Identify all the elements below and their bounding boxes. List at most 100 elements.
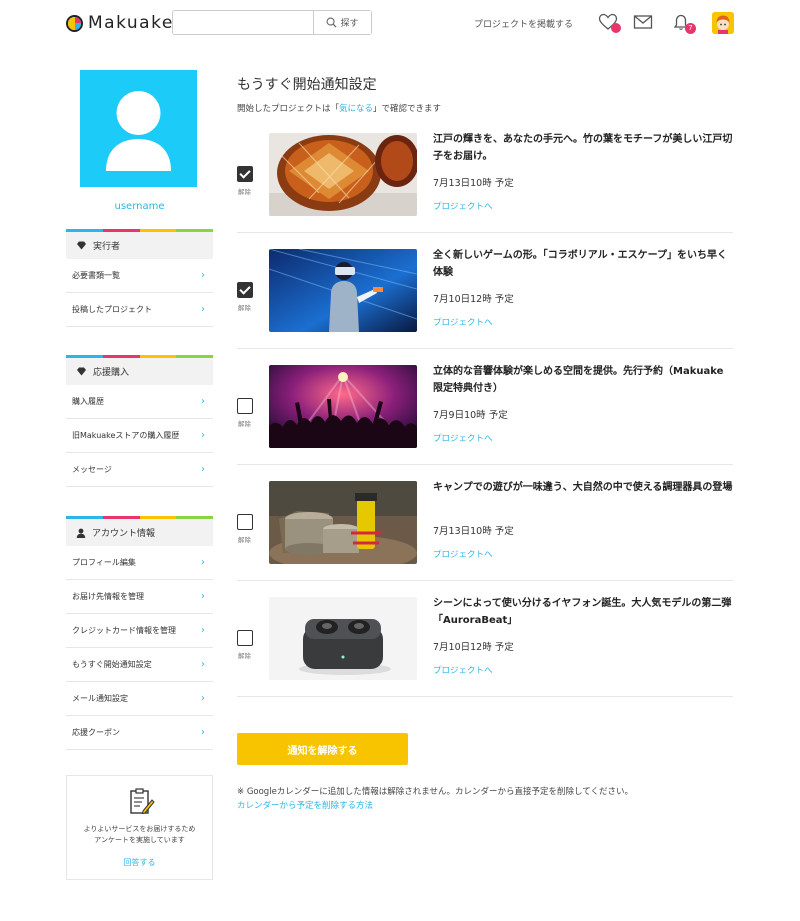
project-start-date: 7月9日10時 予定	[433, 410, 508, 421]
sidebar-item-email-notification[interactable]: メール通知設定 ›	[66, 682, 213, 716]
sidebar-item-label: メッセージ	[72, 465, 112, 474]
notification-checkbox[interactable]	[237, 282, 253, 298]
project-title[interactable]: 立体的な音響体験が楽しめる空間を提供。先行予約（Makuake限定特典付き）	[433, 363, 733, 397]
menu-heading-support: 応援購入	[66, 358, 213, 385]
messages-button[interactable]	[633, 13, 655, 33]
sidebar-item-label: メール通知設定	[72, 694, 128, 703]
sidebar-item-start-notification[interactable]: もうすぐ開始通知設定 ›	[66, 648, 213, 682]
chevron-right-icon: ›	[201, 557, 205, 568]
menu-heading-account: アカウント情報	[66, 519, 213, 546]
survey-clipboard-icon	[130, 788, 155, 815]
diamond-icon	[77, 367, 86, 376]
sidebar-item-label: 必要書類一覧	[72, 271, 120, 280]
concert-crowd-image	[269, 365, 417, 448]
makuake-logo[interactable]: Makuake	[66, 12, 174, 34]
project-start-date: 7月13日10時 予定	[433, 178, 514, 189]
survey-text: よりよいサービスをお届けするため アンケートを実施しています	[67, 824, 212, 846]
profile-picture[interactable]	[80, 70, 197, 187]
sidebar-item-label: 旧Makuakeストアの購入履歴	[72, 431, 180, 440]
search-bar: 探す	[172, 10, 372, 35]
project-thumbnail-kiriko[interactable]	[269, 133, 417, 216]
search-button[interactable]: 探す	[313, 11, 371, 34]
search-button-label: 探す	[340, 19, 359, 29]
project-thumbnail-earphones[interactable]	[269, 597, 417, 680]
notification-checkbox[interactable]	[237, 166, 253, 182]
menu-group-support: 応援購入 購入履歴 › 旧Makuakeストアの購入履歴 › メッセージ ›	[66, 355, 213, 487]
sidebar-item-old-store-history[interactable]: 旧Makuakeストアの購入履歴 ›	[66, 419, 213, 453]
survey-box: よりよいサービスをお届けするため アンケートを実施しています 回答する	[66, 775, 213, 880]
project-link[interactable]: プロジェクトへ	[433, 316, 493, 328]
chevron-right-icon: ›	[201, 693, 205, 704]
calendar-note: ※ Googleカレンダーに追加した情報は解除されません。カレンダーから直接予定…	[237, 787, 634, 797]
chevron-right-icon: ›	[201, 659, 205, 670]
sidebar-item-label: 応援クーポン	[72, 728, 120, 737]
person-icon	[76, 528, 86, 538]
menu-heading-label: 応援購入	[93, 368, 130, 378]
survey-text-line: よりよいサービスをお届けするため	[83, 825, 196, 833]
menu-heading-label: 実行者	[93, 242, 121, 252]
avatar-character-icon	[712, 12, 734, 34]
project-link[interactable]: プロジェクトへ	[433, 548, 493, 560]
vr-game-image	[269, 249, 417, 332]
post-project-link[interactable]: プロジェクトを掲載する	[474, 17, 573, 30]
project-thumbnail-vr-game[interactable]	[269, 249, 417, 332]
calendar-delete-howto-link[interactable]: カレンダーから予定を削除する方法	[237, 799, 373, 811]
notification-checkbox[interactable]	[237, 398, 253, 414]
project-link[interactable]: プロジェクトへ	[433, 200, 493, 212]
camping-cookware-image	[269, 481, 417, 564]
logo-mark-icon	[66, 14, 83, 32]
chevron-right-icon: ›	[201, 396, 205, 407]
sidebar-item-shipping-address[interactable]: お届け先情報を管理 ›	[66, 580, 213, 614]
project-title[interactable]: シーンによって使い分けるイヤフォン誕生。大人気モデルの第二弾「AuroraBea…	[433, 595, 733, 629]
search-icon	[327, 17, 337, 28]
project-title[interactable]: 江戸の輝きを、あなたの手元へ。竹の葉をモチーフが美しい江戸切子をお届け。	[433, 131, 733, 165]
uncheck-label: 解除	[238, 536, 251, 544]
sidebar-item-profile-edit[interactable]: プロフィール編集 ›	[66, 546, 213, 580]
project-row: 解除 立体的な音響体験が楽しめる空間を提供。先行予約（Makuake限定特典付き…	[237, 349, 733, 465]
uncheck-label: 解除	[238, 188, 251, 196]
project-thumbnail-camping[interactable]	[269, 481, 417, 564]
project-row: 解除 キャンプでの遊びが一味違う、大自然の中で使える調理器具の登場 7月13日1…	[237, 465, 733, 581]
diamond-icon	[77, 241, 86, 250]
header: Makuake 探す プロジェクトを掲載する 7	[0, 0, 800, 46]
sidebar-item-label: もうすぐ開始通知設定	[72, 660, 152, 669]
project-row: 解除 江戸の輝きを、あなたの手元へ。竹の葉をモチーフが美しい江戸切子をお届け。 …	[237, 117, 733, 233]
favorites-dot	[611, 23, 621, 33]
username[interactable]: username	[66, 201, 213, 212]
notifications-button[interactable]: 7	[671, 13, 696, 34]
project-title[interactable]: 全く新しいゲームの形。「コラボリアル・エスケープ」をいち早く体験	[433, 247, 733, 281]
survey-answer-link[interactable]: 回答する	[67, 857, 212, 868]
uncheck-label: 解除	[238, 420, 251, 428]
chevron-right-icon: ›	[201, 304, 205, 315]
sidebar-item-purchase-history[interactable]: 購入履歴 ›	[66, 385, 213, 419]
sidebar-item-coupons[interactable]: 応援クーポン ›	[66, 716, 213, 750]
sidebar-item-label: クレジットカード情報を管理	[72, 626, 176, 635]
mail-icon	[633, 15, 653, 29]
project-title[interactable]: キャンプでの遊びが一味違う、大自然の中で使える調理器具の登場	[433, 479, 733, 496]
sidebar-item-label: 投稿したプロジェクト	[72, 305, 152, 314]
uncheck-label: 解除	[238, 304, 251, 312]
notification-checkbox[interactable]	[237, 630, 253, 646]
project-row: 解除 シーンによって使い分けるイヤフォン誕生。大人気モデルの第二弾「Aurora…	[237, 581, 733, 697]
favorites-link[interactable]: 気になる	[339, 104, 373, 114]
user-avatar[interactable]	[712, 12, 734, 34]
notification-checkbox[interactable]	[237, 514, 253, 530]
menu-group-account: アカウント情報 プロフィール編集 › お届け先情報を管理 › クレジットカード情報を…	[66, 516, 213, 750]
project-start-date: 7月13日10時 予定	[433, 526, 514, 537]
subtitle-text: 」で確認できます	[373, 104, 442, 114]
cancel-notifications-button[interactable]: 通知を解除する	[237, 733, 408, 765]
search-input[interactable]	[173, 11, 313, 34]
sidebar-item-required-documents[interactable]: 必要書類一覧 ›	[66, 259, 213, 293]
sidebar-item-messages[interactable]: メッセージ ›	[66, 453, 213, 487]
project-link[interactable]: プロジェクトへ	[433, 664, 493, 676]
sidebar-item-credit-card[interactable]: クレジットカード情報を管理 ›	[66, 614, 213, 648]
project-row: 解除 全く新しいゲームの形。「コラボリアル・エスケープ」をいち早く体験 7月10…	[237, 233, 733, 349]
favorites-button[interactable]	[598, 13, 621, 33]
sidebar-item-posted-projects[interactable]: 投稿したプロジェクト ›	[66, 293, 213, 327]
default-user-icon	[106, 91, 171, 171]
project-link[interactable]: プロジェクトへ	[433, 432, 493, 444]
subtitle-text: 開始したプロジェクトは「	[237, 104, 340, 114]
project-thumbnail-concert[interactable]	[269, 365, 417, 448]
kiriko-glass-image	[269, 133, 417, 216]
chevron-right-icon: ›	[201, 464, 205, 475]
